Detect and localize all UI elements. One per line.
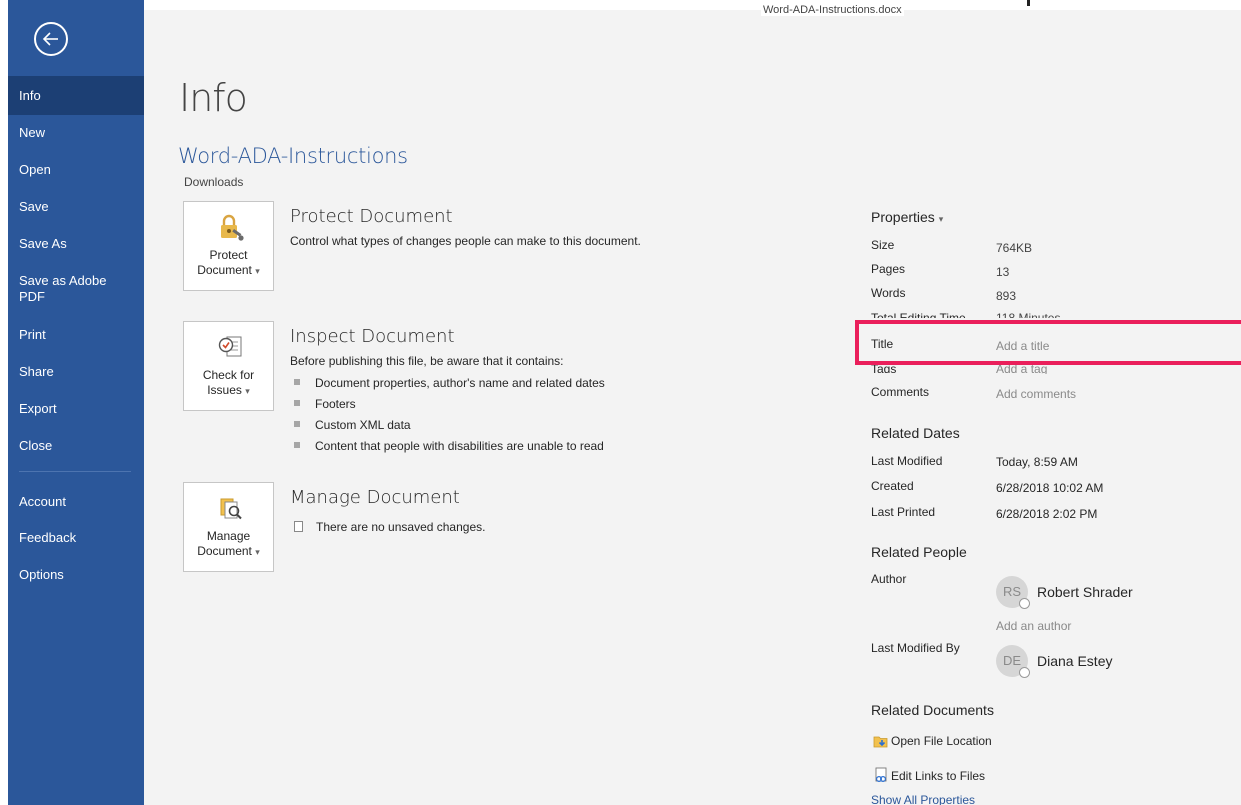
sidebar-item-save[interactable]: Save [8,199,144,215]
word-backstage: Info New Open Save Save As Save as Adobe… [0,0,1241,805]
bullet-icon [294,379,300,385]
bullet-icon [294,400,300,406]
lock-key-icon [221,214,244,241]
last-modified-label: Last Modified [871,454,943,468]
back-arrow-icon [42,32,58,46]
inspect-checklist-icon [218,336,242,357]
backstage-sidebar: Info New Open Save Save As Save as Adobe… [8,0,144,805]
document-location[interactable]: Downloads [184,175,243,189]
back-button[interactable] [34,22,68,56]
sidebar-item-share[interactable]: Share [8,364,144,380]
title-bar [144,0,1241,10]
last-printed-value: 6/28/2018 2:02 PM [996,507,1098,521]
sidebar-divider [19,471,131,472]
check-for-issues-button[interactable]: Check for Issues ▾ [183,321,274,411]
related-dates-header: Related Dates [871,425,960,441]
sidebar-item-print[interactable]: Print [8,327,144,343]
list-item: Document properties, author's name and r… [294,374,605,395]
add-author-field[interactable]: Add an author [996,619,1071,633]
dropdown-caret-icon: ▾ [255,547,260,557]
last-printed-label: Last Printed [871,505,936,519]
unsaved-changes-status: There are no unsaved changes. [294,520,485,534]
sidebar-item-new[interactable]: New [8,125,144,141]
last-modified-value: Today, 8:59 AM [996,455,1078,469]
size-value: 764KB [996,241,1033,255]
sidebar-item-save-as-adobe-pdf[interactable]: Save as Adobe PDF [8,273,128,305]
protect-document-button[interactable]: Protect Document ▾ [183,201,274,291]
bullet-icon [294,421,300,427]
editing-time-value: 118 Minutes [996,311,1061,318]
pages-value: 13 [996,265,1010,279]
manage-document-title: Manage Document [290,487,460,508]
dropdown-caret-icon: ▾ [245,386,250,396]
presence-status-icon [1019,667,1030,678]
words-label: Words [871,286,906,300]
check-for-issues-label: Check for Issues ▾ [202,368,255,397]
bullet-icon [294,442,300,448]
window-left-edge [0,0,8,805]
manage-document-icon [220,498,242,520]
sidebar-item-save-as[interactable]: Save As [8,236,144,252]
title-bar-mark [1027,0,1030,6]
inspect-issues-list: Document properties, author's name and r… [294,374,605,458]
size-label: Size [871,238,895,252]
sidebar-item-options[interactable]: Options [8,567,144,583]
protect-document-description: Control what types of changes people can… [290,234,641,248]
inspect-document-description: Before publishing this file, be aware th… [290,354,564,368]
protect-document-label: Protect Document ▾ [197,248,260,277]
list-item: Footers [294,395,605,416]
manage-document-label: Manage Document ▾ [197,529,260,558]
presence-status-icon [1019,598,1030,609]
title-highlight-annotation [855,320,1241,365]
chevron-down-icon: ▾ [938,214,944,224]
author-name[interactable]: Robert Shrader [1037,584,1133,600]
window-title: Word-ADA-Instructions.docx [761,4,904,16]
sidebar-item-feedback[interactable]: Feedback [8,530,144,546]
properties-dropdown[interactable]: Properties ▾ [871,209,943,225]
edit-links-to-files-link[interactable]: Edit Links to Files [873,767,985,783]
show-all-properties-link[interactable]: Show All Properties [871,793,975,805]
author-label: Author [871,572,907,586]
related-people-header: Related People [871,544,967,560]
sidebar-item-export[interactable]: Export [8,401,144,417]
editing-time-label: Total Editing Time [871,311,966,318]
sidebar-item-account[interactable]: Account [8,494,144,510]
comments-field[interactable]: Add comments [996,387,1076,401]
sidebar-item-open[interactable]: Open [8,162,144,178]
sidebar-item-info[interactable]: Info [8,76,144,115]
list-item: Content that people with disabilities ar… [294,437,605,458]
modified-by-name[interactable]: Diana Estey [1037,653,1112,669]
pages-label: Pages [871,262,906,276]
list-item: Custom XML data [294,416,605,437]
related-documents-header: Related Documents [871,702,994,718]
document-page-icon [294,521,303,532]
document-name: Word-ADA-Instructions [178,144,408,168]
page-title: Info [179,76,248,120]
manage-document-button[interactable]: Manage Document ▾ [183,482,274,572]
last-modified-by-label: Last Modified By [871,641,960,655]
protect-document-title: Protect Document [290,206,453,227]
inspect-document-title: Inspect Document [290,326,455,347]
created-label: Created [871,479,914,493]
sidebar-item-close[interactable]: Close [8,438,144,454]
open-file-location-link[interactable]: Open File Location [873,734,992,748]
created-value: 6/28/2018 10:02 AM [996,481,1104,495]
folder-icon [873,736,888,748]
edit-links-icon [875,767,887,783]
comments-label: Comments [871,385,930,399]
dropdown-caret-icon: ▾ [255,266,260,276]
words-value: 893 [996,289,1017,303]
